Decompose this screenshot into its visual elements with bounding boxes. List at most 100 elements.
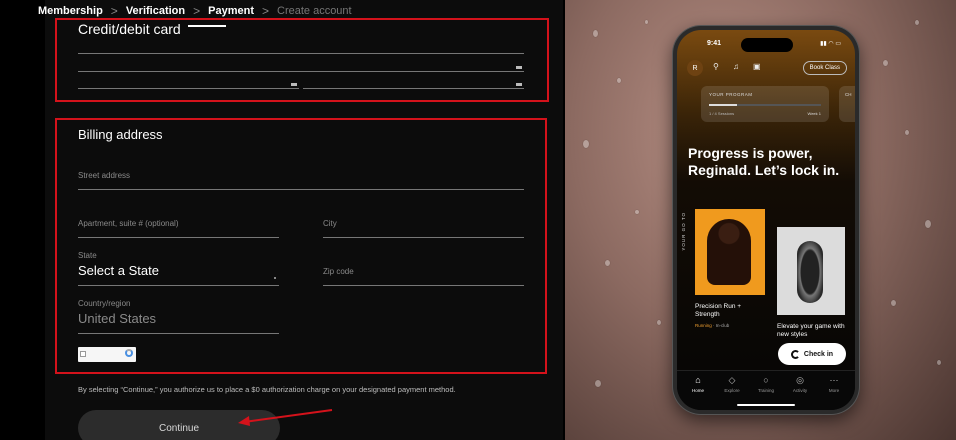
captcha-widget[interactable]: [78, 347, 136, 362]
book-class-button[interactable]: Book Class: [802, 61, 847, 75]
tab-training[interactable]: ○ Training: [750, 375, 782, 393]
tab-more[interactable]: ⋯ More: [818, 375, 850, 393]
tab-more-label: More: [828, 388, 840, 393]
state-select[interactable]: Select a State: [78, 263, 159, 278]
cvv-icon: [516, 83, 522, 86]
breadcrumb: Membership > Verification > Payment > Cr…: [38, 4, 352, 18]
authorization-disclaimer: By selecting “Continue,” you authorize u…: [78, 385, 456, 394]
breadcrumb-payment: Payment: [208, 5, 254, 17]
tab-explore[interactable]: ◇ Explore: [716, 375, 748, 393]
water-drop: [915, 20, 919, 25]
water-drop: [635, 210, 639, 214]
red-arrow-annotation: [238, 409, 333, 426]
water-drop: [605, 260, 610, 266]
water-drop: [891, 300, 896, 306]
training-icon: ○: [763, 375, 769, 385]
state-label: State: [78, 251, 97, 260]
calendar-icon[interactable]: ▣: [753, 62, 761, 71]
water-drop: [925, 220, 931, 228]
card-number-field[interactable]: [78, 71, 524, 72]
status-time: 9:41: [707, 40, 722, 47]
explore-icon: ◇: [728, 375, 736, 385]
styles-card-title: Elevate your game with new styles: [777, 323, 845, 338]
class-type: Running: [695, 323, 712, 328]
water-drop: [905, 130, 909, 135]
class-location: · In-club: [713, 323, 730, 328]
check-in-icon: [790, 349, 800, 359]
security-code-field[interactable]: [303, 88, 524, 89]
program-week: Week 1: [807, 111, 822, 116]
check-in-button[interactable]: Check in: [778, 343, 846, 365]
phone-mockup: 9:41 ▮▮ ◠ ▭ R ⚲ ♫ ▣ Book Class YOUR PROG…: [673, 26, 859, 414]
program-progress-fill: [709, 104, 737, 106]
water-drop: [593, 30, 598, 37]
tab-home-label: Home: [691, 388, 704, 393]
calendar-icon: [291, 83, 297, 86]
phone-screen: 9:41 ▮▮ ◠ ▭ R ⚲ ♫ ▣ Book Class YOUR PROG…: [677, 30, 855, 410]
arrow-shaft: [243, 409, 333, 423]
breadcrumb-verification[interactable]: Verification: [126, 5, 185, 17]
country-label: Country/region: [78, 299, 131, 308]
class-card-image[interactable]: [695, 209, 765, 295]
home-indicator: [737, 404, 795, 406]
tab-activity-label: Activity: [792, 388, 808, 393]
water-drop: [657, 320, 661, 325]
city-label: City: [323, 219, 337, 228]
arrow-head: [238, 416, 250, 426]
water-drop: [583, 140, 589, 148]
street-address-label: Street address: [78, 171, 131, 180]
bell-icon[interactable]: ♫: [733, 62, 739, 71]
apartment-input[interactable]: [78, 237, 279, 238]
chevron-right-icon: >: [193, 4, 201, 18]
program-card-2[interactable]: CH: [839, 86, 855, 122]
water-drop: [937, 360, 941, 365]
breadcrumb-membership[interactable]: Membership: [38, 5, 103, 17]
tab-activity[interactable]: ◎ Activity: [784, 375, 816, 393]
expiry-date-field[interactable]: [78, 88, 299, 89]
styles-card-image[interactable]: [777, 227, 845, 315]
avatar[interactable]: R: [687, 60, 703, 76]
city-input[interactable]: [323, 237, 524, 238]
state-select-underline: [78, 285, 279, 286]
zip-code-input[interactable]: [323, 285, 524, 286]
check-in-label: Check in: [803, 350, 834, 358]
tab-explore-label: Explore: [724, 388, 740, 393]
recaptcha-icon: [125, 349, 133, 357]
hero-headline: Progress is power, Reginald. Let’s lock …: [688, 145, 840, 178]
wifi-icon: ◠: [828, 41, 834, 47]
program-label: YOUR PROGRAM: [709, 92, 753, 97]
pose-figure: [797, 241, 823, 303]
tab-training-label: Training: [757, 388, 775, 393]
billing-highlight-box: [55, 118, 547, 374]
card-title-underline: [188, 25, 226, 27]
home-icon: ⌂: [695, 375, 701, 385]
card-section-title: Credit/debit card: [78, 21, 181, 37]
country-select[interactable]: United States: [78, 311, 156, 326]
activity-icon: ◎: [796, 375, 804, 385]
cardholder-name-field[interactable]: [78, 53, 524, 54]
street-address-input[interactable]: [78, 189, 524, 190]
billing-section-title: Billing address: [78, 127, 163, 142]
class-card-title: Precision Run + Strength: [695, 303, 742, 318]
go-to-label: YOUR GO TO: [681, 212, 686, 251]
battery-icon: ▭: [835, 41, 841, 47]
more-icon: ⋯: [829, 375, 839, 385]
signal-icon: ▮▮: [820, 41, 827, 47]
program-label-2: CH: [845, 92, 852, 97]
chevron-right-icon: >: [110, 4, 118, 18]
search-icon[interactable]: ⚲: [713, 62, 719, 71]
program-sessions: 1 / 4 Sessions: [709, 111, 735, 116]
water-drop: [883, 60, 888, 66]
class-card-subtitle: Running · In-club: [695, 323, 729, 328]
apartment-label: Apartment, suite # (optional): [78, 219, 179, 228]
breadcrumb-create-account: Create account: [277, 5, 352, 17]
runner-figure: [707, 219, 751, 285]
program-card[interactable]: YOUR PROGRAM 1 / 4 Sessions Week 1: [701, 86, 829, 122]
water-drop: [645, 20, 648, 24]
captcha-checkbox[interactable]: [80, 351, 86, 357]
program-progress-bar: [709, 104, 821, 106]
credit-card-icon: [516, 66, 522, 69]
tab-home[interactable]: ⌂ Home: [682, 375, 714, 393]
checkout-pane: Membership > Verification > Payment > Cr…: [0, 0, 565, 440]
country-select-underline: [78, 333, 279, 334]
